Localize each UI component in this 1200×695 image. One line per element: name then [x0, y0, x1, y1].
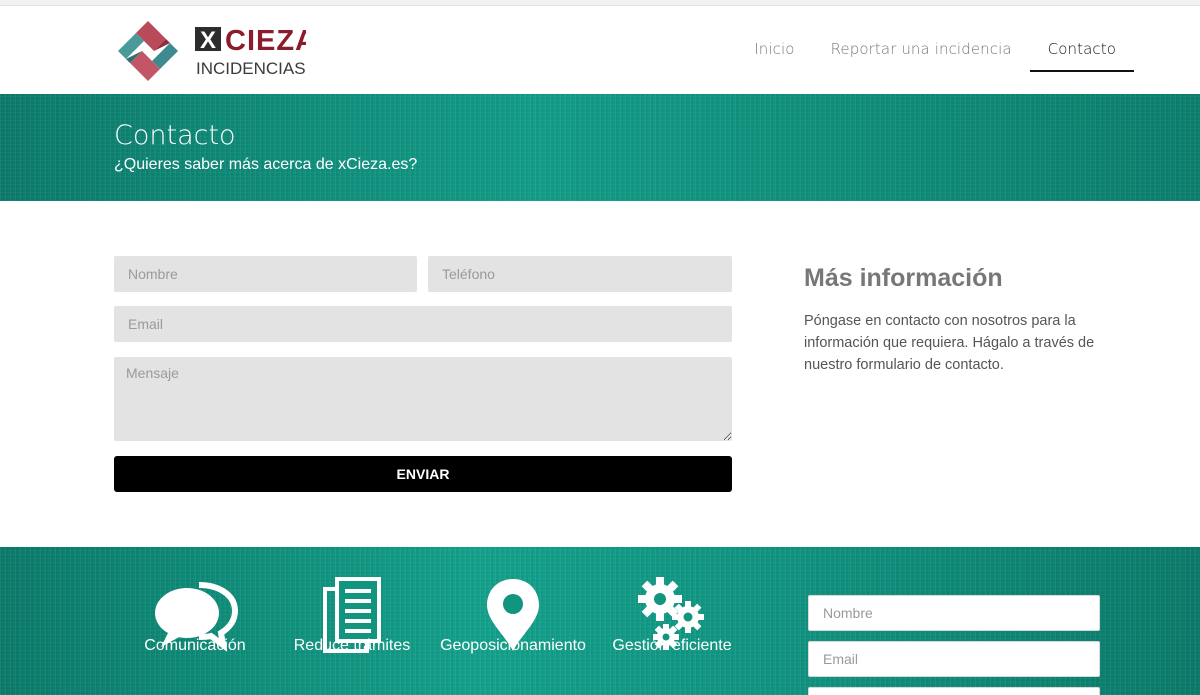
footer-extra-field[interactable]	[808, 687, 1100, 695]
feature-gestion-eficiente: Gestión eficiente	[610, 547, 734, 655]
nav-item-reportar[interactable]: Reportar una incidencia	[813, 34, 1030, 70]
logo-mark-letter: X	[200, 27, 216, 54]
main-nav: Inicio Reportar una incidencia Contacto	[736, 34, 1134, 76]
info-title: Más información	[804, 264, 1003, 292]
feature-label: Geoposicionamiento	[440, 637, 586, 654]
logo-brand-subname: INCIDENCIAS	[196, 59, 306, 78]
feature-label: Comunicación	[144, 637, 246, 654]
logo-brand-name: CIEZA	[225, 25, 306, 57]
email-field[interactable]	[114, 306, 732, 342]
nav-item-inicio[interactable]: Inicio	[736, 34, 812, 70]
nav-item-contacto[interactable]: Contacto	[1029, 34, 1134, 72]
feature-geoposicionamiento: Geoposicionamiento	[438, 547, 588, 655]
footer-name-field[interactable]	[808, 595, 1100, 631]
send-button[interactable]: ENVIAR	[114, 456, 732, 492]
feature-label: Reduce trámites	[293, 637, 411, 654]
message-field[interactable]	[114, 357, 732, 441]
site-logo[interactable]: X CIEZA INCIDENCIAS	[116, 20, 316, 82]
site-header: X CIEZA INCIDENCIAS Inicio Reportar una …	[0, 6, 1200, 94]
features-footer: Comunicación Reduce trámites Geoposicion…	[0, 547, 1200, 695]
phone-field[interactable]	[428, 256, 732, 292]
footer-email-field[interactable]	[808, 641, 1100, 677]
page-banner: Contacto ¿Quieres saber más acerca de xC…	[0, 94, 1200, 201]
feature-reduce-tramites: Reduce trámites	[292, 547, 412, 655]
feature-comunicacion: Comunicación	[140, 547, 250, 655]
page-subtitle: ¿Quieres saber más acerca de xCieza.es?	[114, 156, 418, 173]
page-title: Contacto	[114, 120, 236, 151]
name-field[interactable]	[114, 256, 417, 292]
logo-mark-icon: X CIEZA INCIDENCIAS	[118, 21, 316, 81]
feature-label: Gestión eficiente	[612, 637, 732, 654]
info-text: Póngase en contacto con nosotros para la…	[804, 313, 1095, 373]
